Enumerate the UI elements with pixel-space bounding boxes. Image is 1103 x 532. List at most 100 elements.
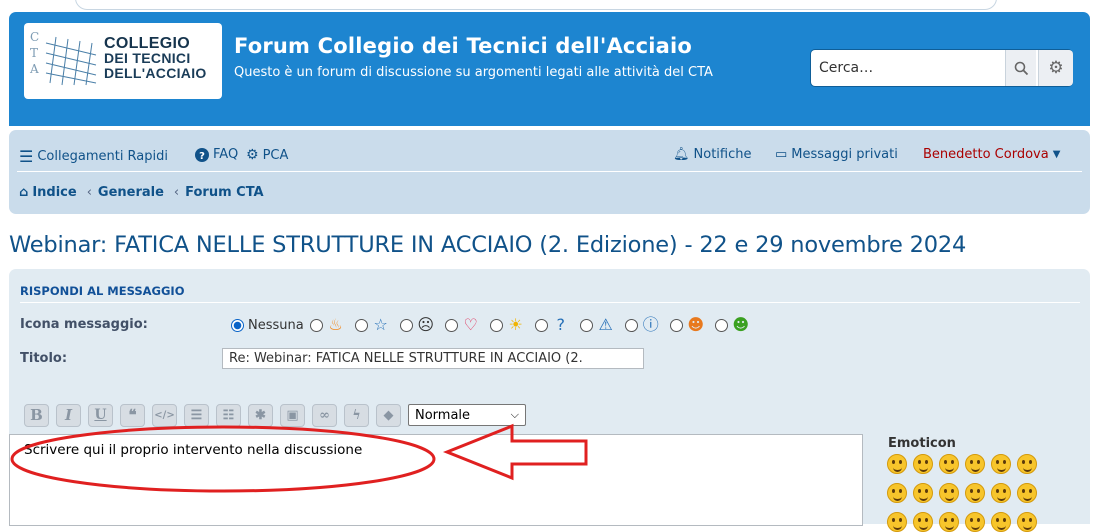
ucp-link[interactable]: ⚙ PCA [246,147,288,163]
smiley-icon[interactable] [913,512,933,532]
editor-toolbar: B I U ❝ </> ☰ ☷ ✱ ▣ ∞ ϟ ◆ Normale ⌵ [24,402,526,428]
inbox-icon: ▭ [775,147,788,162]
search-icon [1014,61,1028,75]
subject-input[interactable]: Re: Webinar: FATICA NELLE STRUTTURE IN A… [222,348,644,369]
italic-button[interactable]: I [56,403,81,427]
logo-mesh-icon [45,36,97,86]
breadcrumb: ⌂ Indice ‹ Generale ‹ Forum CTA [19,185,268,200]
quick-links-menu[interactable]: ☰ Collegamenti Rapidi [19,147,168,166]
post-icon-radio[interactable] [534,318,548,332]
smiley-icon[interactable] [1017,454,1037,474]
site-description: Questo è un forum di discussione su argo… [234,65,713,80]
smiley-icon[interactable] [991,483,1011,503]
smiley-icon[interactable] [1017,483,1037,503]
smiley-icon[interactable] [887,454,907,474]
home-icon: ⌂ [19,185,29,200]
font-size-select[interactable]: Normale ⌵ [408,404,526,426]
info-icon: ⓘ [642,315,659,334]
reply-panel: RISPONDI AL MESSAGGIO Icona messaggio: N… [9,269,1090,532]
list-item-button[interactable]: ✱ [248,403,273,427]
post-icon-radio[interactable] [624,318,638,332]
post-icon-label: Icona messaggio: [20,317,148,332]
panel-divider [20,302,1080,303]
smiley-icon[interactable] [965,454,985,474]
breadcrumb-item-index[interactable]: Indice [32,185,76,200]
notifications-link[interactable]: 🔔︎ Notifiche [673,147,751,162]
underline-button[interactable]: U [88,403,113,427]
post-icon-options: Nessuna ♨ ☆ ☹ ♡ ☀ ? ⚠ ⓘ ☻ ☻ [231,314,760,336]
post-icon-radio[interactable] [714,318,728,332]
quote-button[interactable]: ❝ [120,403,145,427]
color-button[interactable]: ◆ [376,403,401,427]
topic-title[interactable]: Webinar: FATICA NELLE STRUTTURE IN ACCIA… [9,232,966,258]
post-icon-radio-none[interactable] [231,318,244,332]
search-box: ⚙ [811,50,1073,86]
bold-button[interactable]: B [24,403,49,427]
face-icon: ☻ [687,315,705,334]
smiley-icon[interactable] [965,483,985,503]
post-icon-radio[interactable] [399,318,413,332]
smiley-icon[interactable] [939,483,959,503]
smiley-icon[interactable] [991,454,1011,474]
question-circle-icon: ? [195,147,209,162]
post-icon-radio[interactable] [669,318,683,332]
search-button[interactable] [1005,50,1036,86]
breadcrumb-separator: ‹ [173,185,180,200]
message-textarea[interactable]: Scrivere qui il proprio intervento nella… [9,434,863,526]
subject-label: Titolo: [20,351,68,366]
smiley-icon[interactable] [887,512,907,532]
post-icon-radio[interactable] [489,318,503,332]
sun-icon: ☀ [508,315,523,334]
breadcrumb-item-general[interactable]: Generale [98,185,164,200]
smiley-icon[interactable] [939,454,959,474]
smiley-icon[interactable] [991,512,1011,532]
site-header: C T A COLLEGIO DEI TECNICI DELL'ACCIAIO … [9,12,1090,126]
smiley-icon[interactable] [913,483,933,503]
emoticon-title: Emoticon [888,436,956,451]
chevron-down-icon: ⌵ [510,408,519,421]
search-input[interactable] [811,50,1007,86]
smiley-icon[interactable] [1017,512,1037,532]
navbar-divider [17,171,1082,172]
link-button[interactable]: ∞ [312,403,337,427]
smiley-icon[interactable] [887,483,907,503]
private-messages-link[interactable]: ▭ Messaggi privati [775,147,898,162]
advanced-search-button[interactable]: ⚙ [1038,50,1073,86]
logo-words: COLLEGIO DEI TECNICI DELL'ACCIAIO [104,35,207,81]
grin-icon: ☻ [732,315,750,334]
svg-text:?: ? [199,151,205,162]
post-icon-radio[interactable] [354,318,368,332]
smiley-icon[interactable] [913,454,933,474]
flash-button[interactable]: ϟ [344,403,369,427]
warning-icon: ⚠ [598,315,613,334]
heart-icon: ♡ [463,315,478,334]
emoticon-grid [887,454,1043,532]
site-logo[interactable]: C T A COLLEGIO DEI TECNICI DELL'ACCIAIO [24,23,222,99]
fire-icon: ♨ [328,315,343,334]
hamburger-icon: ☰ [19,147,34,166]
post-icon-radio[interactable] [444,318,458,332]
question-icon: ? [556,315,565,334]
caret-down-icon: ▼ [1052,149,1061,160]
address-pill [75,0,997,10]
post-icon-radio[interactable] [579,318,593,332]
navbar: ☰ Collegamenti Rapidi ? FAQ ⚙ PCA 🔔︎ Not… [9,130,1090,214]
site-title[interactable]: Forum Collegio dei Tecnici dell'Acciaio [234,34,692,58]
faq-link[interactable]: ? FAQ [195,147,238,162]
image-button[interactable]: ▣ [280,403,305,427]
star-icon: ☆ [373,315,388,334]
list-button[interactable]: ☰ [184,403,209,427]
smiley-icon[interactable] [965,512,985,532]
editor-text: Scrivere qui il proprio intervento nella… [24,442,363,458]
bell-icon: 🔔︎ [673,147,690,162]
post-icon-radio[interactable] [309,318,323,332]
breadcrumb-item-forum[interactable]: Forum CTA [185,185,263,200]
numbered-list-button[interactable]: ☷ [216,403,241,427]
top-strip [0,0,1103,10]
reply-section-title: RISPONDI AL MESSAGGIO [20,284,185,298]
skull-icon: ☹ [417,315,435,334]
smiley-icon[interactable] [939,512,959,532]
breadcrumb-separator: ‹ [86,185,92,200]
user-menu[interactable]: Benedetto Cordova ▼ [923,147,1060,162]
code-button[interactable]: </> [152,403,177,427]
